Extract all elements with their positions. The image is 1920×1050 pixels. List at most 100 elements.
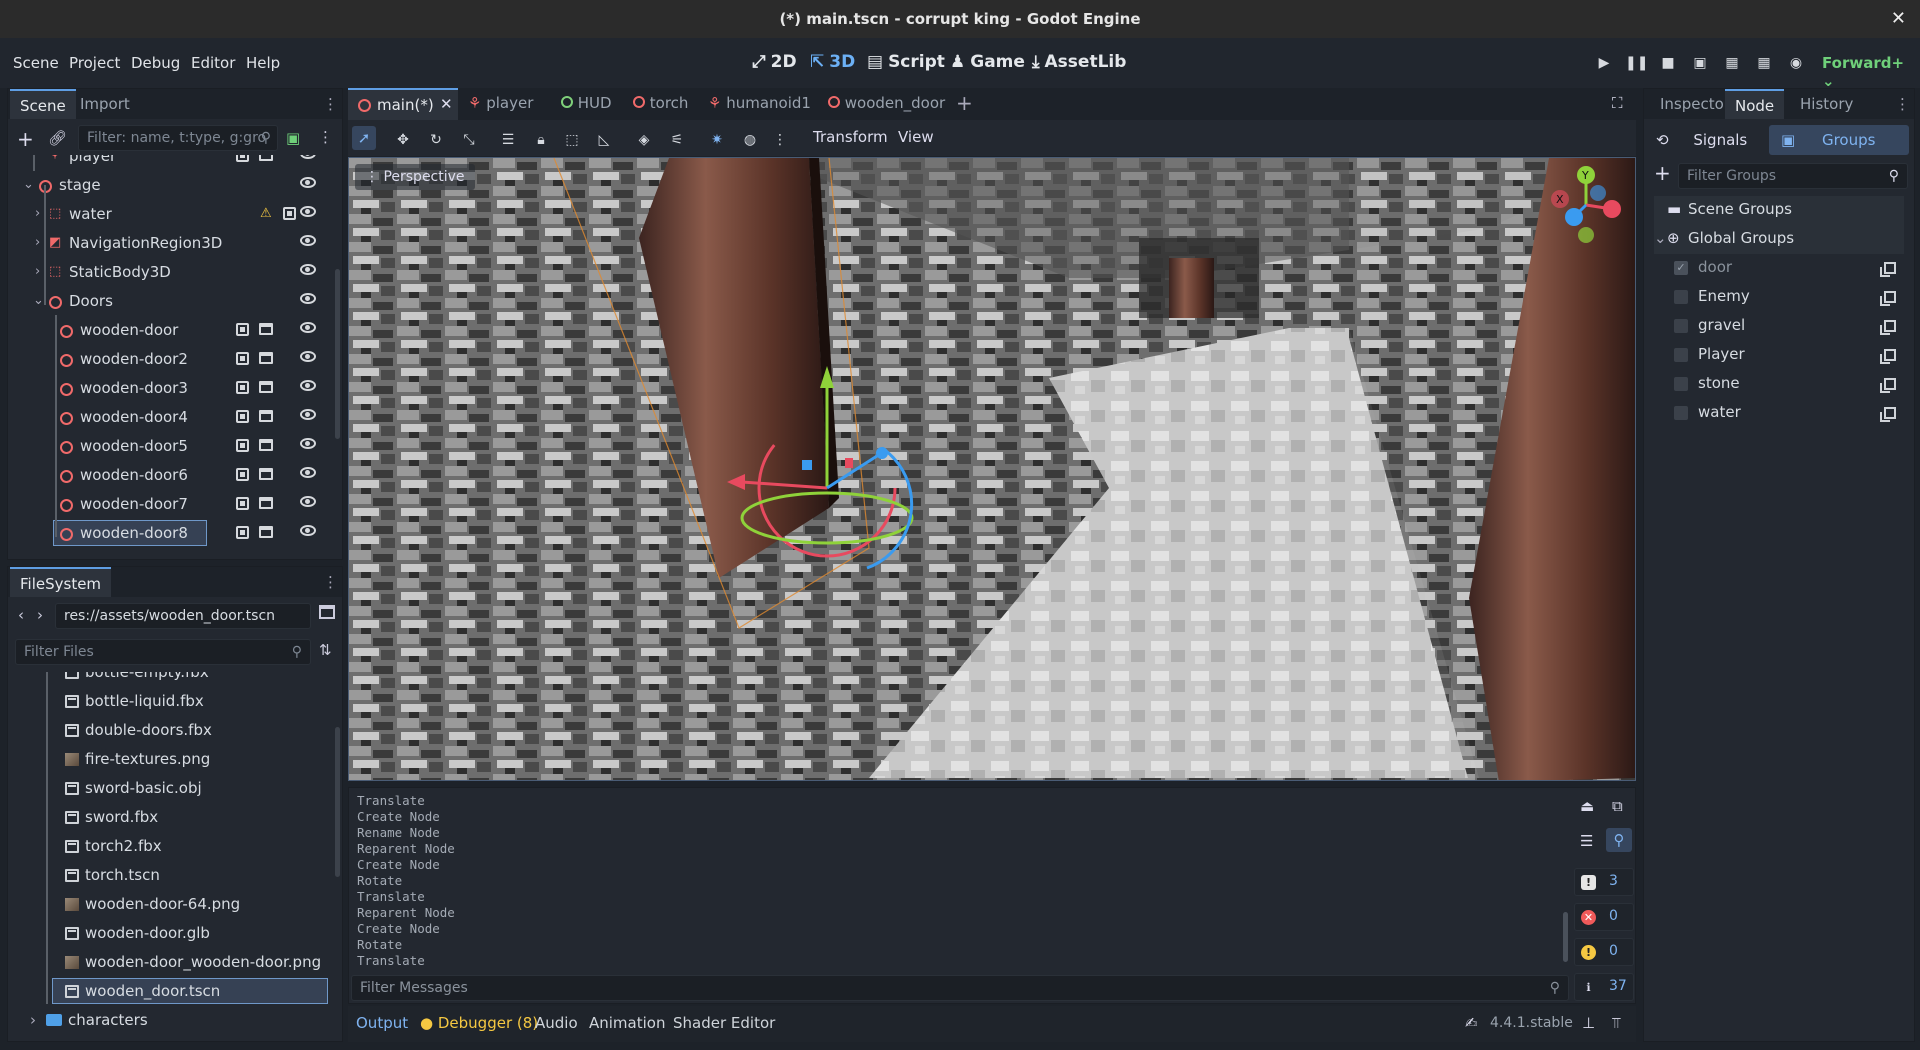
group-filter-input[interactable]: Filter Groups ⚲: [1678, 163, 1908, 189]
file-row[interactable]: fire-textures.png: [8, 745, 338, 774]
rotate-tool-icon[interactable]: ↻: [426, 130, 446, 150]
add-node-icon[interactable]: +: [17, 127, 34, 151]
file-row[interactable]: wooden_door.tscn: [8, 977, 338, 1006]
renderer-select[interactable]: Forward+ ⌄: [1822, 54, 1920, 90]
group-row[interactable]: gravel: [1654, 312, 1904, 341]
scene-node-row[interactable]: › ◩ NavigationRegion3D: [8, 229, 338, 258]
scale-tool-icon[interactable]: ⤡: [459, 130, 479, 150]
sun-preview-icon[interactable]: ✷: [707, 130, 727, 150]
scene-node-row[interactable]: wooden-door6: [8, 461, 338, 490]
group-row[interactable]: ✓ door: [1654, 254, 1904, 283]
file-row[interactable]: sword.fbx: [8, 803, 338, 832]
global-groups-header[interactable]: ⌄ ⊕ Global Groups: [1654, 225, 1904, 254]
menu-help[interactable]: Help: [246, 54, 280, 72]
visibility-eye-icon[interactable]: [300, 380, 316, 391]
chevron-down-icon[interactable]: ⌄: [33, 293, 44, 308]
scene-menu-icon[interactable]: ⋮: [318, 128, 333, 146]
visibility-eye-icon[interactable]: [300, 293, 316, 304]
open-scene-icon[interactable]: [236, 497, 249, 510]
list-select-icon[interactable]: ☰: [498, 130, 518, 150]
tab-debugger[interactable]: ● Debugger (8): [420, 1014, 538, 1032]
split-view-icon[interactable]: [319, 605, 335, 619]
info-filter[interactable]: ℹ 37: [1574, 973, 1634, 1001]
clapper-icon[interactable]: [259, 497, 273, 509]
messages-filter[interactable]: ! 3: [1574, 868, 1634, 896]
file-row[interactable]: wooden-door-64.png: [8, 890, 338, 919]
file-row[interactable]: wooden-door.glb: [8, 919, 338, 948]
close-tab-icon[interactable]: ✕: [440, 95, 453, 113]
scene-groups-header[interactable]: ▬ Scene Groups: [1654, 196, 1904, 225]
tab-audio[interactable]: Audio: [535, 1014, 578, 1032]
file-list-scrollbar[interactable]: [335, 727, 340, 877]
tab-import[interactable]: Import: [70, 89, 140, 119]
copy-icon[interactable]: [1880, 378, 1896, 393]
scene-node-row[interactable]: ⌄ Doors: [8, 287, 338, 316]
pause-icon[interactable]: ❚❚: [1625, 52, 1648, 74]
chevron-right-icon[interactable]: ›: [35, 206, 40, 221]
transform-menu[interactable]: Transform: [813, 128, 888, 146]
tab-animation[interactable]: Animation: [589, 1014, 665, 1032]
play-scene-icon[interactable]: ▦: [1721, 52, 1743, 74]
instance-scene-icon[interactable]: ▣: [286, 129, 300, 147]
open-scene-icon[interactable]: [236, 155, 249, 162]
group-checkbox[interactable]: [1674, 319, 1688, 333]
sort-icon[interactable]: ⇅: [319, 641, 332, 659]
visibility-eye-icon[interactable]: [300, 206, 316, 217]
dock-menu-icon[interactable]: ⋮: [323, 573, 338, 591]
chevron-right-icon[interactable]: ›: [35, 264, 40, 279]
file-filter-input[interactable]: Filter Files ⚲: [15, 639, 311, 665]
group-row[interactable]: Player: [1654, 341, 1904, 370]
clapper-icon[interactable]: [259, 468, 273, 480]
menu-debug[interactable]: Debug: [131, 54, 180, 72]
play-icon[interactable]: ▶: [1593, 52, 1615, 74]
environment-preview-icon[interactable]: ◍: [740, 130, 760, 150]
movie-maker-icon[interactable]: ◉: [1785, 52, 1807, 74]
clapper-icon[interactable]: [259, 323, 273, 335]
visibility-eye-icon[interactable]: [300, 496, 316, 507]
open-scene-icon[interactable]: [236, 323, 249, 336]
open-scene-icon[interactable]: [236, 526, 249, 539]
tab-torch[interactable]: torch: [633, 94, 688, 112]
search-toggle-icon[interactable]: ⚲: [1606, 828, 1632, 852]
visibility-eye-icon[interactable]: [300, 264, 316, 275]
mode-assetlib-button[interactable]: ⤓ AssetLib: [1032, 52, 1126, 72]
group-row[interactable]: stone: [1654, 370, 1904, 399]
file-row[interactable]: torch2.fbx: [8, 832, 338, 861]
file-row[interactable]: sword-basic.obj: [8, 774, 338, 803]
snap-icon[interactable]: ⚟: [667, 130, 687, 150]
tab-wooden-door[interactable]: wooden_door: [828, 94, 945, 112]
remote-debug-icon[interactable]: ▣: [1689, 52, 1711, 74]
visibility-eye-icon[interactable]: [300, 177, 316, 188]
group-checkbox[interactable]: [1674, 290, 1688, 304]
copy-icon[interactable]: [1880, 320, 1896, 335]
file-row[interactable]: double-doors.fbx: [8, 716, 338, 745]
scene-node-row[interactable]: wooden-door4: [8, 403, 338, 432]
visibility-eye-icon[interactable]: [300, 322, 316, 333]
mode-2d-button[interactable]: ⤢ 2D: [752, 52, 797, 72]
dock-menu-icon[interactable]: ⋮: [1895, 95, 1910, 113]
scene-render[interactable]: Y X: [349, 158, 1636, 781]
file-row[interactable]: wooden-door_wooden-door.png: [8, 948, 338, 977]
path-field[interactable]: res://assets/wooden_door.tscn: [55, 603, 311, 629]
clapper-icon[interactable]: [259, 381, 273, 393]
lock-icon[interactable]: 🔒︎: [531, 130, 551, 150]
chevron-right-icon[interactable]: ›: [30, 1011, 36, 1029]
tab-filesystem[interactable]: FileSystem: [10, 567, 112, 597]
scene-node-row[interactable]: ⌄ stage: [8, 171, 338, 200]
tab-humanoid1[interactable]: ⚘ humanoid1: [708, 94, 811, 112]
log-scrollbar[interactable]: [1563, 912, 1568, 962]
group-row[interactable]: Enemy: [1654, 283, 1904, 312]
chevron-down-icon[interactable]: ⌄: [23, 177, 34, 192]
warning-icon[interactable]: ⚠: [260, 206, 272, 221]
menu-editor[interactable]: Editor: [191, 54, 235, 72]
visibility-eye-icon[interactable]: [300, 351, 316, 362]
more-options-icon[interactable]: ⋮: [770, 130, 790, 150]
group-checkbox[interactable]: [1674, 377, 1688, 391]
back-icon[interactable]: ‹: [18, 606, 24, 624]
tab-main[interactable]: main(*) ✕: [348, 88, 458, 120]
signals-tab[interactable]: ⟲ Signals: [1650, 125, 1765, 155]
open-scene-icon[interactable]: [236, 439, 249, 452]
clapper-icon[interactable]: [259, 155, 273, 161]
errors-filter[interactable]: ✕ 0: [1574, 903, 1634, 931]
filter-messages-input[interactable]: Filter Messages ⚲: [351, 975, 1569, 1001]
